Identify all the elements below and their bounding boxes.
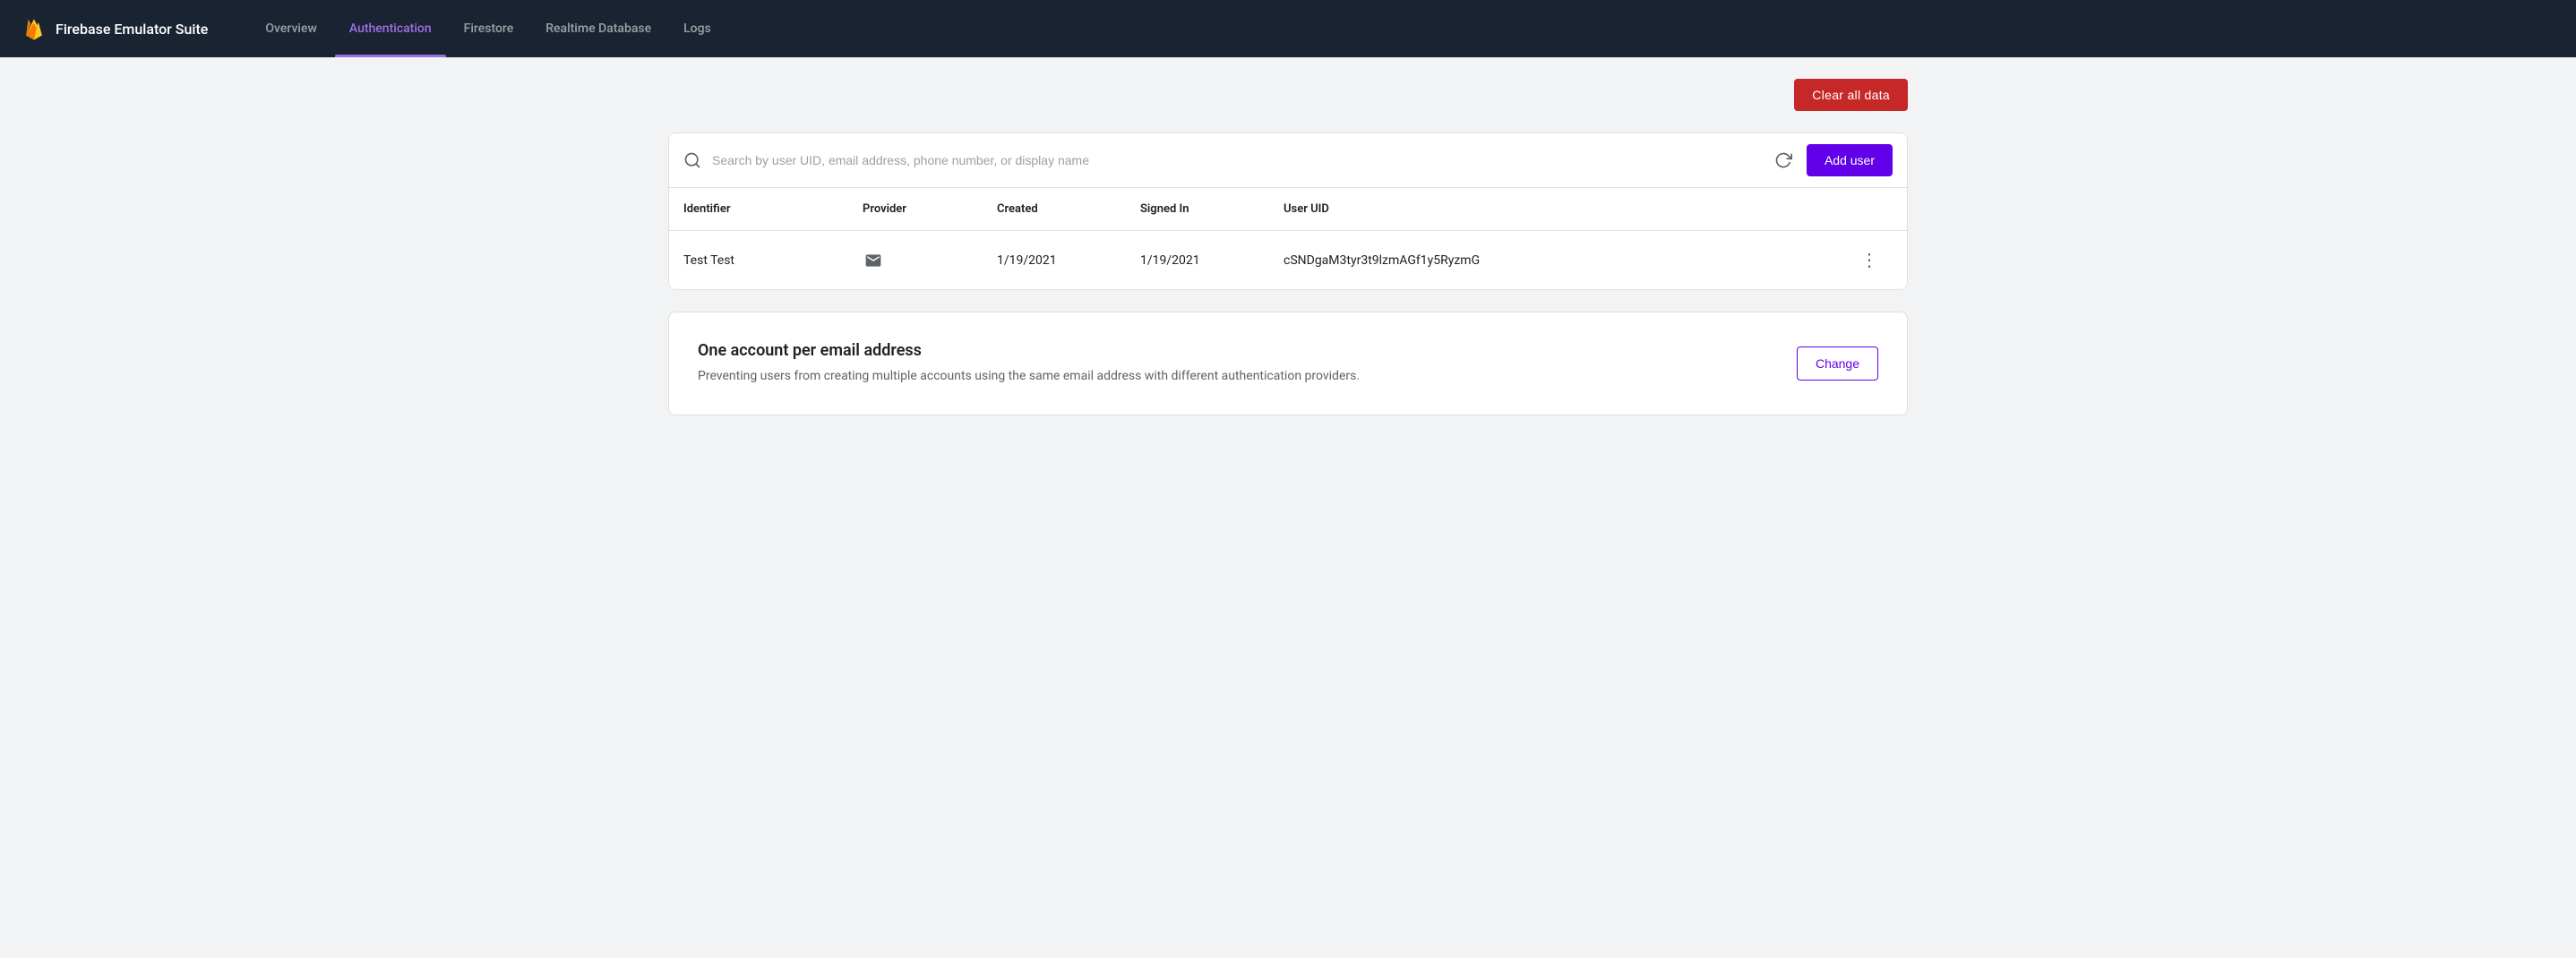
main-nav: Overview Authentication Firestore Realti…	[251, 0, 725, 57]
nav-item-overview[interactable]: Overview	[251, 0, 331, 57]
table-row: Test Test 1/19/2021 1/19/2021 cSNDgaM3ty…	[669, 231, 1907, 289]
users-table: Identifier Provider Created Signed In Us…	[668, 187, 1908, 290]
cell-row-actions: ⋮	[1857, 245, 1893, 275]
cell-provider	[863, 250, 997, 271]
search-icon	[683, 151, 701, 169]
search-input[interactable]	[712, 153, 1760, 167]
nav-item-realtime-database[interactable]: Realtime Database	[531, 0, 665, 57]
col-header-actions	[1857, 202, 1893, 216]
change-button[interactable]: Change	[1797, 346, 1878, 381]
add-user-button[interactable]: Add user	[1807, 144, 1893, 176]
col-header-created: Created	[997, 202, 1140, 216]
settings-card-title: One account per email address	[698, 341, 1775, 360]
col-header-identifier: Identifier	[683, 202, 863, 216]
top-actions: Clear all data	[668, 79, 1908, 111]
app-title: Firebase Emulator Suite	[56, 21, 208, 38]
cell-created: 1/19/2021	[997, 253, 1140, 268]
cell-identifier: Test Test	[683, 253, 863, 268]
settings-card-content: One account per email address Preventing…	[698, 341, 1775, 386]
refresh-button[interactable]	[1771, 148, 1796, 173]
clear-all-data-button[interactable]: Clear all data	[1794, 79, 1908, 111]
cell-signed-in: 1/19/2021	[1140, 253, 1284, 268]
table-header: Identifier Provider Created Signed In Us…	[669, 188, 1907, 231]
main-content: Clear all data Add user Identifier Provi…	[625, 57, 1951, 437]
col-header-user-uid: User UID	[1284, 202, 1857, 216]
search-actions: Add user	[1771, 144, 1893, 176]
email-provider-icon	[863, 250, 884, 271]
col-header-signed-in: Signed In	[1140, 202, 1284, 216]
firebase-logo-icon	[21, 16, 47, 41]
nav-item-logs[interactable]: Logs	[669, 0, 726, 57]
header: Firebase Emulator Suite Overview Authent…	[0, 0, 2576, 57]
nav-item-authentication[interactable]: Authentication	[335, 0, 446, 57]
search-bar-container: Add user	[668, 133, 1908, 187]
cell-user-uid: cSNDgaM3tyr3t9lzmAGf1y5RyzmG	[1284, 253, 1857, 268]
col-header-provider: Provider	[863, 202, 997, 216]
nav-item-firestore[interactable]: Firestore	[450, 0, 528, 57]
settings-card-description: Preventing users from creating multiple …	[698, 367, 1775, 386]
logo-area: Firebase Emulator Suite	[21, 16, 208, 41]
settings-card: One account per email address Preventing…	[668, 312, 1908, 415]
row-more-button[interactable]: ⋮	[1857, 245, 1882, 275]
